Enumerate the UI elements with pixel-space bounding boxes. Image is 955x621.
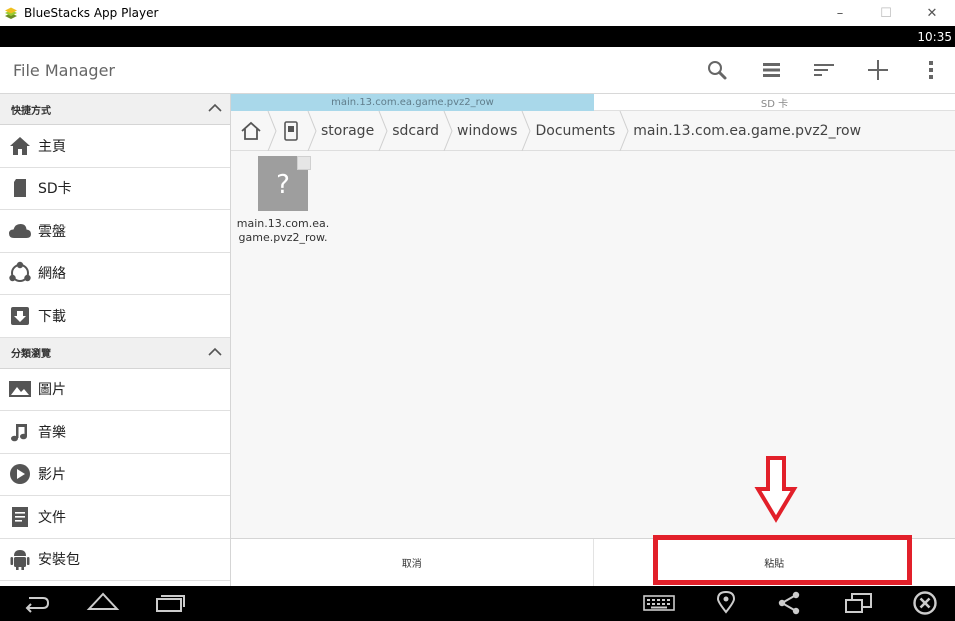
close-window-button[interactable]: ✕ xyxy=(909,0,955,26)
bluestacks-window: BlueStacks App Player – ☐ ✕ 10:35 File M… xyxy=(0,0,955,621)
location-tabs: main.13.com.ea.game.pvz2_row SD 卡 xyxy=(231,94,955,111)
tab-sd-card[interactable]: SD 卡 xyxy=(594,94,955,111)
file-item[interactable]: ? main.13.com.ea.game.pvz2_row. xyxy=(235,156,331,245)
tab-current-folder[interactable]: main.13.com.ea.game.pvz2_row xyxy=(231,94,594,111)
home-outline-icon xyxy=(241,121,261,140)
sidebar-item-label: 網絡 xyxy=(38,266,66,283)
sidebar-item-label: 雲盤 xyxy=(38,223,66,240)
home-icon xyxy=(8,135,32,157)
breadcrumb-label: main.13.com.ea.game.pvz2_row xyxy=(633,122,862,139)
svg-text:?: ? xyxy=(276,170,290,200)
sidebar: 快捷方式 主頁 SD卡 雲盤 網絡 下載 分類瀏覽 圖片 音樂 影片 文件 安裝… xyxy=(0,94,231,586)
sidebar-item-download[interactable]: 下載 xyxy=(0,295,230,338)
down-arrow-annotation-icon xyxy=(754,456,798,523)
breadcrumb-label: Documents xyxy=(535,122,616,139)
breadcrumb: storage sdcard windows Documents main.13… xyxy=(231,110,955,151)
file-browser-content: main.13.com.ea.game.pvz2_row SD 卡 storag… xyxy=(231,94,955,538)
cloud-icon xyxy=(8,220,32,242)
window-titlebar: BlueStacks App Player – ☐ ✕ xyxy=(0,0,955,26)
sidebar-item-label: 影片 xyxy=(38,467,66,484)
add-icon[interactable] xyxy=(864,56,892,84)
document-icon xyxy=(8,506,32,528)
sidebar-item-label: 文件 xyxy=(38,509,66,526)
breadcrumb-item-current[interactable]: main.13.com.ea.game.pvz2_row xyxy=(623,111,869,151)
video-icon xyxy=(8,463,32,485)
sidebar-item-label: 安裝包 xyxy=(38,552,80,569)
sidebar-item-documents[interactable]: 文件 xyxy=(0,496,230,539)
recent-apps-icon[interactable] xyxy=(154,590,188,616)
home-nav-icon[interactable] xyxy=(86,590,120,616)
multi-window-icon[interactable] xyxy=(844,590,874,616)
sd-card-icon xyxy=(8,177,32,199)
sidebar-item-music[interactable]: 音樂 xyxy=(0,411,230,454)
sidebar-item-label: 圖片 xyxy=(38,382,66,399)
sidebar-item-home[interactable]: 主頁 xyxy=(0,125,230,168)
breadcrumb-device[interactable] xyxy=(271,110,317,151)
breadcrumb-label: storage xyxy=(321,122,375,139)
section-header-shortcuts[interactable]: 快捷方式 xyxy=(0,94,230,125)
bluestacks-logo-icon xyxy=(4,6,18,20)
back-icon[interactable] xyxy=(21,590,51,616)
app-title: File Manager xyxy=(13,60,115,80)
breadcrumb-item[interactable]: Documents xyxy=(525,110,629,151)
android-nav-bar xyxy=(0,586,955,621)
section-header-categories[interactable]: 分類瀏覽 xyxy=(0,337,230,369)
paste-highlight-box xyxy=(653,535,912,585)
share-icon[interactable] xyxy=(776,590,802,616)
sidebar-item-images[interactable]: 圖片 xyxy=(0,369,230,411)
network-icon xyxy=(8,262,32,284)
download-icon xyxy=(8,305,32,327)
location-icon[interactable] xyxy=(715,590,737,616)
app-action-bar: File Manager xyxy=(0,47,955,94)
sidebar-item-apk[interactable]: 安裝包 xyxy=(0,539,230,581)
keyboard-icon[interactable] xyxy=(643,590,675,616)
sidebar-item-network[interactable]: 網絡 xyxy=(0,253,230,295)
image-icon xyxy=(8,378,32,400)
breadcrumb-home[interactable] xyxy=(231,110,277,151)
chevron-up-icon xyxy=(208,347,222,356)
breadcrumb-label: windows xyxy=(457,122,518,139)
android-status-bar: 10:35 xyxy=(0,26,955,47)
chevron-up-icon xyxy=(208,103,222,112)
window-title: BlueStacks App Player xyxy=(24,6,159,20)
file-select-checkbox[interactable] xyxy=(297,156,311,170)
sidebar-item-sd-card[interactable]: SD卡 xyxy=(0,168,230,210)
cancel-button[interactable]: 取消 xyxy=(231,539,593,586)
close-app-icon[interactable] xyxy=(912,590,938,616)
sidebar-item-label: SD卡 xyxy=(38,181,72,198)
section-header-label: 分類瀏覽 xyxy=(11,349,51,360)
clock: 10:35 xyxy=(917,29,952,44)
sidebar-item-label: 下載 xyxy=(38,308,66,325)
view-list-icon[interactable] xyxy=(757,56,785,84)
search-icon[interactable] xyxy=(703,56,731,84)
sort-icon[interactable] xyxy=(810,56,838,84)
sidebar-item-label: 音樂 xyxy=(38,424,66,441)
breadcrumb-item[interactable]: windows xyxy=(447,110,532,151)
sidebar-item-cloud[interactable]: 雲盤 xyxy=(0,210,230,253)
android-icon xyxy=(8,548,32,571)
section-header-label: 快捷方式 xyxy=(11,105,51,117)
breadcrumb-item[interactable]: sdcard xyxy=(382,110,453,151)
minimize-button[interactable]: – xyxy=(817,0,863,26)
breadcrumb-label: sdcard xyxy=(392,122,440,139)
sidebar-item-label: 主頁 xyxy=(38,138,66,155)
sidebar-item-videos[interactable]: 影片 xyxy=(0,454,230,496)
music-icon xyxy=(8,421,32,443)
file-name: main.13.com.ea.game.pvz2_row. xyxy=(236,217,330,244)
maximize-button[interactable]: ☐ xyxy=(863,0,909,26)
breadcrumb-item[interactable]: storage xyxy=(311,110,388,151)
phone-storage-icon xyxy=(284,120,298,141)
overflow-menu-icon[interactable] xyxy=(917,56,945,84)
